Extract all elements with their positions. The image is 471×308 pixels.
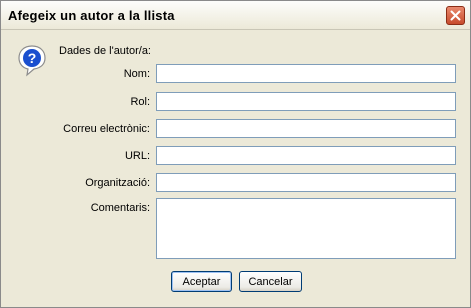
section-title: Dades de l'autor/a: [59, 45, 151, 57]
name-label: Nom: [123, 68, 150, 80]
close-icon [450, 10, 461, 21]
role-field[interactable] [156, 92, 456, 111]
email-label: Correu electrònic: [63, 123, 150, 135]
url-label: URL: [124, 150, 150, 162]
role-label: Rol: [130, 96, 150, 108]
comments-label: Comentaris: [90, 202, 150, 214]
title-bar[interactable]: Afegeix un autor a la llista [1, 1, 470, 30]
cancel-button[interactable]: Cancelar [239, 271, 302, 292]
organization-label: Organització: [85, 177, 150, 189]
svg-text:?: ? [28, 50, 37, 66]
comments-textarea[interactable] [156, 198, 456, 259]
organization-field[interactable] [156, 173, 456, 192]
email-field[interactable] [156, 119, 456, 138]
dialog-title: Afegeix un autor a la llista [8, 8, 175, 23]
url-field[interactable] [156, 146, 456, 165]
close-button[interactable] [446, 6, 465, 25]
name-field[interactable] [156, 64, 456, 83]
question-icon: ? [18, 45, 46, 77]
add-author-dialog: Afegeix un autor a la llista ? Dades de … [0, 0, 471, 308]
accept-button[interactable]: Aceptar [171, 271, 232, 292]
